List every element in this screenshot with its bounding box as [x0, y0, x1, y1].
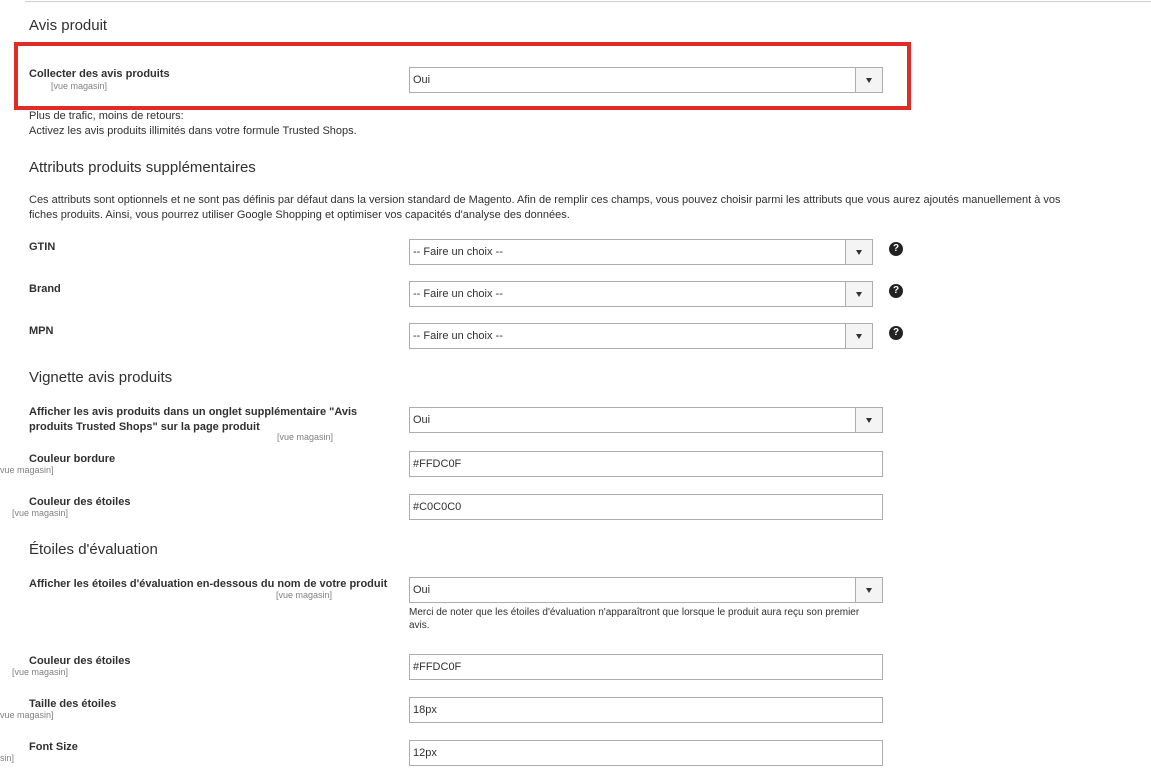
help-icon[interactable]: ? [889, 284, 903, 298]
gtin-select[interactable]: -- Faire un choix -- [409, 239, 873, 265]
section-title-vignette: Vignette avis produits [29, 369, 173, 386]
gtin-value: -- Faire un choix -- [413, 246, 503, 258]
show-stars-scope: [vue magasin] [276, 590, 333, 600]
attributs-description-2: fiches produits. Ainsi, vous pourrez uti… [29, 209, 570, 221]
collect-reviews-value: Oui [413, 74, 431, 86]
mpn-value: -- Faire un choix -- [413, 330, 503, 342]
show-stars-value: Oui [413, 584, 431, 596]
gtin-label: GTIN [29, 241, 56, 253]
collect-reviews-note-1: Plus de trafic, moins de retours: [29, 110, 184, 122]
font-size-label: Font Size [29, 741, 78, 753]
star-color-input[interactable]: #C0C0C0 [409, 494, 883, 520]
chevron-down-icon [845, 240, 872, 264]
tab-display-label: Afficher les avis produits dans un ongle… [29, 406, 358, 433]
show-stars-note-2: avis. [409, 620, 430, 631]
chevron-down-icon [855, 578, 882, 602]
collect-reviews-label: Collecter des avis produits [29, 68, 170, 80]
rating-star-color-scope: [vue magasin] [12, 667, 69, 677]
help-icon[interactable]: ? [889, 326, 903, 340]
chevron-down-icon [855, 68, 882, 92]
tab-display-scope: [vue magasin] [277, 432, 334, 442]
brand-value: -- Faire un choix -- [413, 288, 503, 300]
mpn-label: MPN [29, 325, 54, 337]
section-title-etoiles: Étoiles d'évaluation [29, 541, 158, 558]
brand-label: Brand [29, 283, 61, 295]
top-divider [25, 1, 1151, 2]
tab-display-select[interactable]: Oui [409, 407, 883, 433]
brand-select[interactable]: -- Faire un choix -- [409, 281, 873, 307]
attributs-description-1: Ces attributs sont optionnels et ne sont… [29, 194, 1061, 206]
show-stars-note-1: Merci de noter que les étoiles d'évaluat… [409, 607, 860, 618]
chevron-down-icon [855, 408, 882, 432]
star-size-input[interactable]: 18px [409, 697, 883, 723]
collect-reviews-select[interactable]: Oui [409, 67, 883, 93]
border-color-scope: vue magasin] [0, 465, 54, 475]
rating-star-color-input[interactable]: #FFDC0F [409, 654, 883, 680]
section-title-attributs: Attributs produits supplémentaires [29, 159, 256, 176]
star-size-scope: vue magasin] [0, 710, 54, 720]
tab-display-value: Oui [413, 414, 431, 426]
star-color-scope: [vue magasin] [12, 508, 69, 518]
chevron-down-icon [845, 282, 872, 306]
mpn-select[interactable]: -- Faire un choix -- [409, 323, 873, 349]
font-size-input[interactable]: 12px [409, 740, 883, 766]
help-icon[interactable]: ? [889, 242, 903, 256]
border-color-input[interactable]: #FFDC0F [409, 451, 883, 477]
collect-reviews-scope: [vue magasin] [51, 81, 108, 91]
section-title-avis-produit: Avis produit [29, 17, 108, 34]
show-stars-select[interactable]: Oui [409, 577, 883, 603]
chevron-down-icon [845, 324, 872, 348]
collect-reviews-note-2: Activez les avis produits illimités dans… [29, 125, 357, 137]
font-size-scope: sin] [0, 753, 15, 763]
show-stars-label: Afficher les étoiles d'évaluation en-des… [29, 578, 388, 590]
